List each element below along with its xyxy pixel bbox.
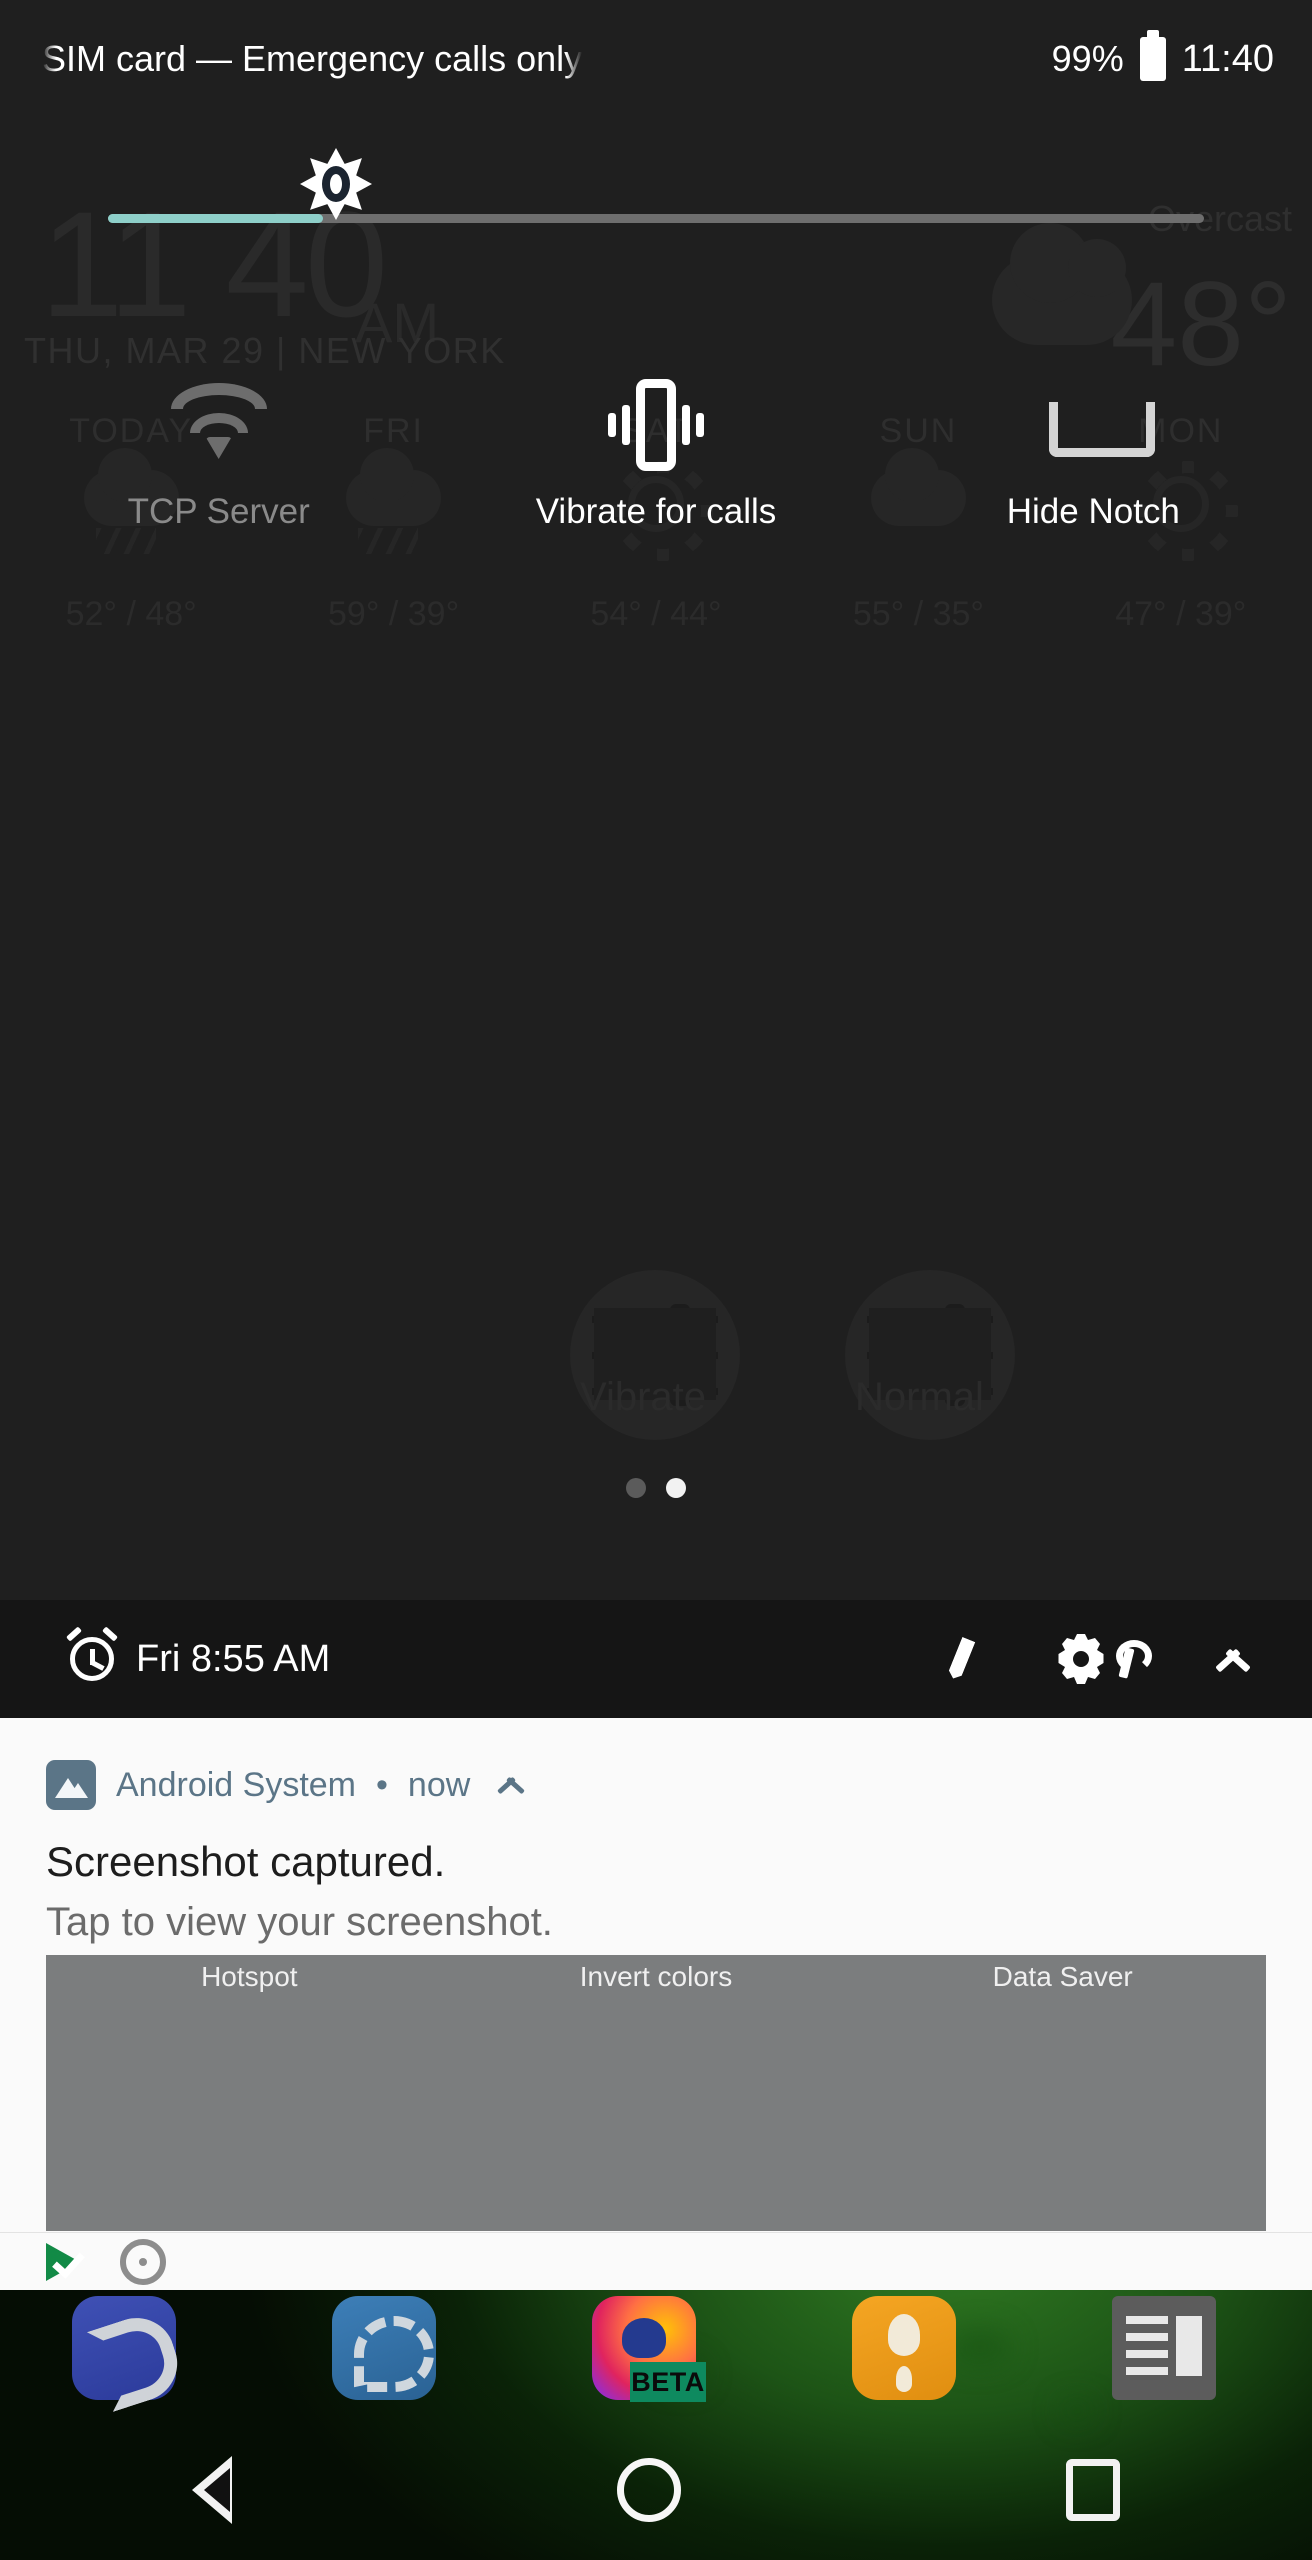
forecast-temp-value: 59° / 39° (328, 595, 460, 633)
notification-card[interactable]: Android System • now Screenshot captured… (0, 1718, 1312, 1945)
qs-tile-label: TCP Server (127, 492, 310, 531)
forecast-temp-value: 54° / 44° (590, 595, 722, 633)
alarm-clock-icon (66, 1626, 118, 1681)
qs-tile-vibrate-for-calls[interactable]: Vibrate for calls (437, 370, 874, 532)
phone-app-icon[interactable] (72, 2296, 176, 2400)
vibrate-icon (606, 370, 706, 480)
preview-label: Data Saver (992, 1961, 1133, 1992)
battery-full-icon (1139, 30, 1166, 81)
qs-tile-tcp-server[interactable]: TCP Server (0, 370, 437, 532)
record-circle-icon[interactable] (120, 2238, 166, 2285)
ghost-tile-label-normal: Normal (855, 1375, 984, 1419)
quick-settings-tiles: TCP Server Vibrate for calls Hide Notch (0, 370, 1312, 532)
home-circle-icon[interactable] (616, 2458, 681, 2522)
qs-tile-label: Hide Notch (1006, 492, 1180, 531)
messenger-app-icon[interactable] (332, 2296, 436, 2400)
page-dot-1[interactable] (626, 1478, 646, 1498)
chevron-up-icon[interactable] (494, 1774, 528, 1796)
qs-tile-label: Vibrate for calls (535, 492, 777, 531)
notification-body: Tap to view your screenshot. (46, 1900, 553, 1944)
forecast-temp-value: 52° / 48° (65, 595, 197, 633)
background-forecast-temps: 52° / 48° 59° / 39° 54° / 44° 55° / 35° … (0, 595, 1312, 634)
chevron-up-icon[interactable] (1210, 1645, 1256, 1673)
status-bar: SIM card — Emergency calls only 99% 11:4… (0, 0, 1312, 118)
lightbulb-app-icon[interactable] (852, 2296, 956, 2400)
notification-header: Android System • now (46, 1760, 1266, 1810)
qs-page-indicator (0, 1478, 1312, 1498)
qs-footer-actions (944, 1634, 1256, 1684)
notification-time: now (407, 1765, 471, 1804)
notification-separator: • (376, 1765, 388, 1804)
background-date-location: THU, MAR 29 | NEW YORK (24, 330, 506, 371)
image-photo-icon (46, 1760, 96, 1810)
status-bar-clock: 11:40 (1181, 37, 1274, 80)
docs-app-icon[interactable] (1112, 2296, 1216, 2400)
beta-badge: BETA (630, 2362, 706, 2402)
forecast-temp-value: 47° / 39° (1115, 595, 1247, 633)
phone-screen: BETA 11 40 AM THU, MAR 29 | NEW YORK Ove… (0, 0, 1312, 2560)
ghost-tile-label-vibrate: Vibrate (580, 1375, 707, 1419)
notification-app-name: Android System (116, 1765, 356, 1804)
qs-footer-bar: Fri 8:55 AM (0, 1600, 1312, 1718)
recents-square-icon[interactable] (1065, 2459, 1120, 2521)
play-check-icon[interactable] (44, 2239, 90, 2285)
notification-title: Screenshot captured. (46, 1838, 446, 1885)
navigation-bar (0, 2420, 1312, 2560)
alarm-time-label: Fri 8:55 AM (136, 1637, 331, 1680)
qs-tile-hide-notch[interactable]: Hide Notch (875, 370, 1312, 532)
brightness-track[interactable] (108, 214, 1204, 223)
brightness-fill (108, 214, 323, 223)
status-bar-right: 99% 11:40 (1052, 0, 1274, 118)
page-dot-2[interactable] (666, 1478, 686, 1498)
battery-percent-label: 99% (1051, 38, 1124, 79)
preview-label: Invert colors (579, 1961, 733, 1992)
alarm-info[interactable]: Fri 8:55 AM (66, 1626, 331, 1681)
gear-wrench-icon[interactable] (1056, 1634, 1152, 1684)
moon-icon (224, 2103, 286, 2165)
app-dock: BETA (0, 2290, 1312, 2440)
brightness-sun-icon[interactable] (300, 148, 372, 220)
background-cloud-icon (992, 223, 1132, 345)
notch-icon (1049, 370, 1156, 480)
preview-tile-labels: Hotspot Invert colors Data Saver (46, 1961, 1266, 1993)
screenshot-preview-image[interactable]: Hotspot Invert colors Data Saver (46, 1955, 1266, 2231)
pencil-icon[interactable] (944, 1636, 990, 1682)
back-triangle-icon[interactable] (192, 2456, 233, 2524)
forecast-temp-value: 55° / 35° (852, 595, 984, 633)
wifi-icon (170, 370, 268, 480)
preview-label: Hotspot (201, 1961, 298, 1992)
brightness-slider[interactable] (0, 148, 1312, 258)
carrier-label: SIM card — Emergency calls only (42, 38, 583, 79)
notification-icon-strip (0, 2232, 1312, 2290)
